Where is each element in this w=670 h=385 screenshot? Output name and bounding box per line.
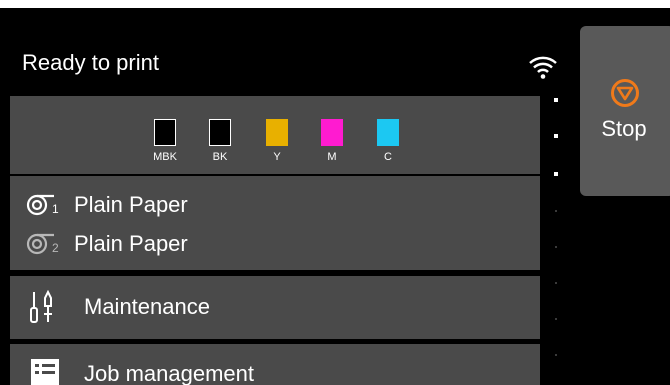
job-list-icon [31, 359, 59, 385]
ink-m-label: M [327, 151, 337, 163]
scroll-indicator[interactable] [554, 98, 564, 385]
ink-levels-panel[interactable]: MBK BK Y M C [10, 96, 540, 174]
scroll-dot [555, 282, 557, 284]
wifi-icon[interactable] [528, 52, 558, 82]
ink-mbk-label: MBK [153, 151, 177, 163]
roll-paper-2-icon: 2 [26, 233, 59, 255]
scroll-dot [555, 246, 557, 248]
scroll-dot [554, 134, 558, 138]
scroll-dot [554, 172, 558, 176]
job-management-menu-item[interactable]: Job management [10, 344, 540, 385]
status-title: Ready to print [22, 50, 159, 75]
stop-label: Stop [601, 116, 647, 141]
ink-c-tank [377, 119, 399, 146]
scroll-dot [555, 318, 557, 320]
scroll-dot [554, 98, 558, 102]
scroll-dot [555, 354, 557, 356]
svg-text:1: 1 [52, 202, 59, 216]
ink-mbk-tank [154, 119, 176, 146]
svg-text:2: 2 [52, 241, 59, 255]
stop-button[interactable]: Stop [580, 26, 670, 196]
scroll-dot [555, 210, 557, 212]
ink-m-tank [321, 119, 343, 146]
ink-y-tank [266, 119, 288, 146]
maintenance-tools-icon [30, 290, 52, 323]
maintenance-label: Maintenance [84, 294, 210, 319]
ink-bk-label: BK [212, 151, 228, 163]
ink-bk-tank [209, 119, 231, 146]
roll-paper-1-icon: 1 [26, 194, 59, 216]
roll-paper-1-label: Plain Paper [74, 192, 188, 217]
roll-paper-2-label: Plain Paper [74, 231, 188, 256]
ink-c-label: C [384, 151, 392, 163]
maintenance-menu-item[interactable]: Maintenance [10, 276, 540, 339]
printer-home-screen: Ready to print MBK BK Y M C 1 Plain Pape… [0, 8, 670, 385]
paper-settings-panel[interactable]: 1 Plain Paper 2 Plain Paper [10, 176, 540, 270]
stop-icon [611, 79, 639, 107]
job-management-label: Job management [84, 361, 254, 385]
ink-y-label: Y [273, 151, 281, 163]
